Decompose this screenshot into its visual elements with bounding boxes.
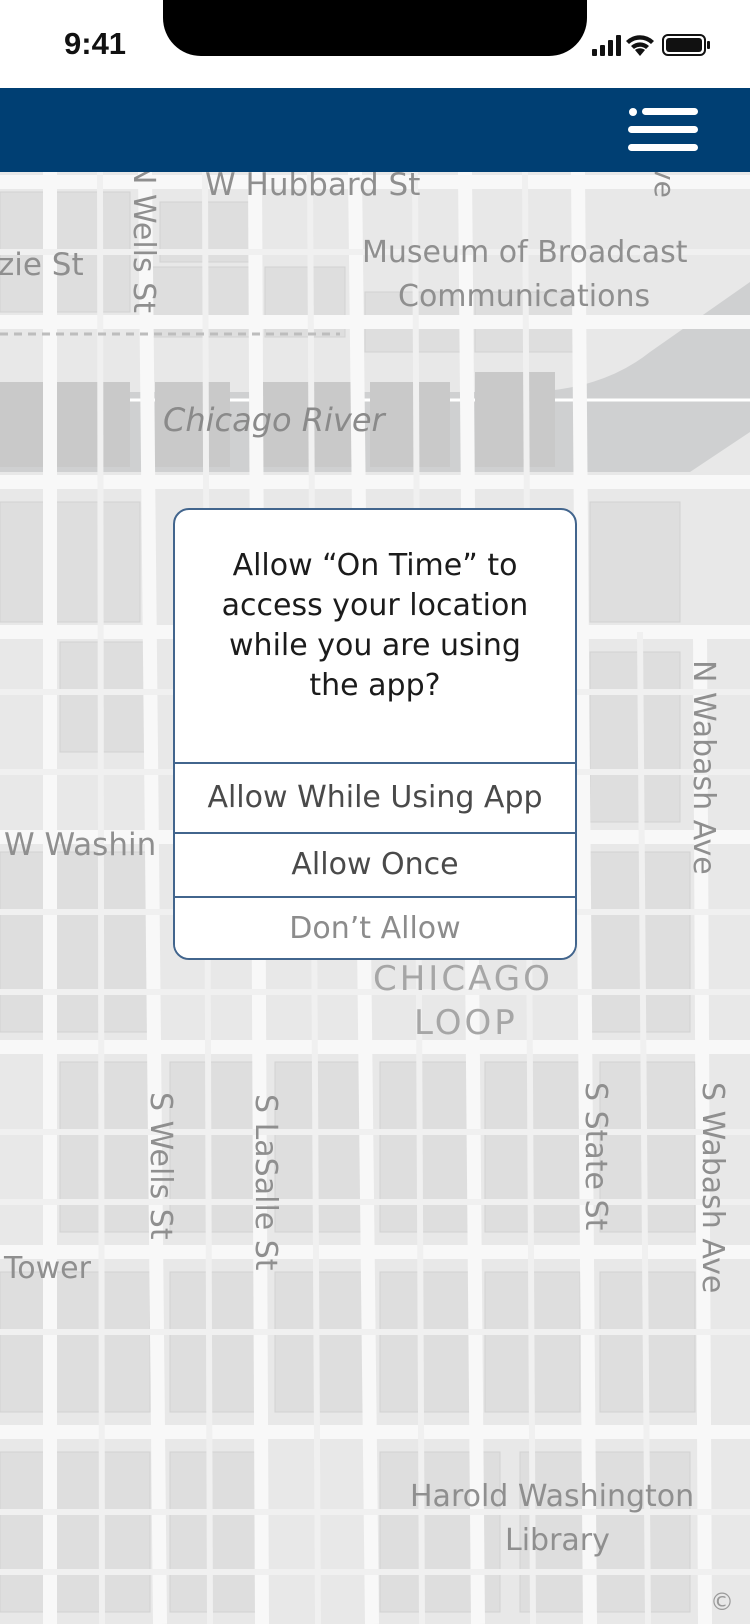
status-time: 9:41 (64, 26, 127, 61)
dialog-message: Allow “On Time” to access your location … (195, 546, 555, 706)
dialog-message-line: Allow “On Time” to (232, 548, 518, 583)
hamburger-menu-button[interactable] (628, 104, 700, 156)
map-label-museum-line2: Communications (398, 279, 651, 314)
hamburger-menu-icon (628, 108, 698, 151)
map-label-chicago-loop-line1: CHICAGO (373, 959, 553, 999)
dont-allow-button[interactable]: Don’t Allow (175, 896, 575, 958)
allow-once-button[interactable]: Allow Once (175, 832, 575, 896)
dialog-message-line: while you are using (229, 628, 521, 663)
signal-wifi-battery-icons (592, 34, 710, 56)
map-label-chicago-river: Chicago River (163, 401, 385, 439)
map-label-w-washington: W Washin (4, 827, 157, 863)
map-label-n-wells-st: N Wells St (126, 162, 161, 313)
dialog-message-line: the app? (309, 668, 441, 703)
wifi-icon (626, 35, 654, 56)
location-permission-dialog: Allow “On Time” to access your location … (173, 508, 577, 960)
map-label-s-lasalle-st: S LaSalle St (248, 1094, 283, 1271)
map-label-tower: Tower (4, 1251, 91, 1286)
cellular-signal-icon (592, 35, 621, 56)
map-label-s-wabash-ave: S Wabash Ave (695, 1082, 730, 1294)
dialog-message-line: access your location (221, 588, 529, 623)
map-label-n-wabash-ave: N Wabash Ave (686, 660, 721, 875)
battery-icon (662, 34, 710, 56)
map-label-s-wells-st: S Wells St (143, 1092, 178, 1240)
allow-while-using-app-button[interactable]: Allow While Using App (175, 762, 575, 832)
status-icons (590, 33, 720, 57)
map-label-s-state-st: S State St (578, 1082, 613, 1231)
device-notch (163, 0, 587, 56)
status-bar: 9:41 (0, 0, 750, 88)
map-label-w-hubbard-st: W Hubbard St (205, 167, 421, 203)
map-copyright[interactable]: © (710, 1588, 734, 1616)
app-header (0, 88, 750, 172)
map-label-harold-washington-line1: Harold Washington (410, 1479, 695, 1514)
map-label-museum-line1: Museum of Broadcast (362, 235, 688, 270)
map-label-chicago-loop-line2: LOOP (414, 1003, 518, 1043)
map-label-kinzie-st: zie St (0, 247, 84, 283)
map-label-harold-washington-line2: Library (505, 1523, 610, 1558)
